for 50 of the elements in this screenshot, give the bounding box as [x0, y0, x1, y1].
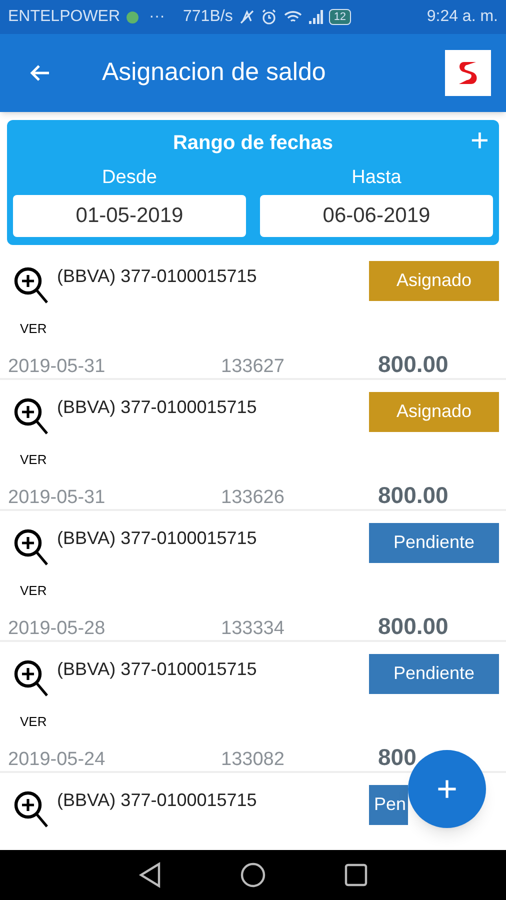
view-label: VER: [20, 450, 47, 468]
status-button[interactable]: Asignado: [369, 260, 499, 300]
reference-number: 133334: [221, 616, 286, 640]
date-text: 2019-05-28: [8, 616, 106, 640]
status-button[interactable]: Pen: [369, 784, 408, 824]
back-icon[interactable]: [138, 862, 162, 888]
status-button[interactable]: Pendiente: [369, 654, 499, 694]
amount-text: 800.00: [378, 480, 448, 510]
account-number: (BBVA) 377-0100015715: [57, 264, 257, 288]
home-icon[interactable]: [240, 862, 266, 888]
to-date-field[interactable]: 06-06-2019: [260, 194, 493, 236]
zoom-in-icon[interactable]: [12, 526, 50, 566]
view-label: VER: [20, 320, 47, 338]
more-notifications: ···: [149, 7, 165, 27]
account-number: (BBVA) 377-0100015715: [57, 526, 257, 550]
to-label: Hasta: [352, 166, 402, 190]
zoom-in-icon[interactable]: [12, 788, 50, 828]
from-date-field[interactable]: 01-05-2019: [13, 194, 246, 236]
status-button[interactable]: Asignado: [369, 392, 499, 432]
zoom-in-icon[interactable]: [12, 658, 50, 698]
zoom-in-icon[interactable]: [12, 396, 50, 436]
clock: 9:24 a. m.: [426, 7, 498, 27]
view-label: VER: [20, 582, 47, 600]
globe-icon: [126, 10, 140, 24]
zoom-in-icon[interactable]: [12, 264, 50, 304]
mute-icon: [238, 9, 255, 25]
account-number: (BBVA) 377-0100015715: [57, 396, 257, 419]
view-label: VER: [20, 712, 47, 730]
from-label: Desde: [102, 166, 157, 190]
bank-logo: [445, 50, 491, 96]
amount-text: 800.00: [378, 612, 448, 640]
amount-text: 800.00: [378, 350, 448, 378]
account-number: (BBVA) 377-0100015715: [57, 658, 257, 681]
alarm-icon: [260, 9, 277, 25]
battery-level: 12: [328, 9, 352, 25]
network-speed: 771B/s: [183, 7, 233, 27]
date-text: 2019-05-31: [8, 486, 106, 510]
reference-number: 133626: [221, 486, 286, 510]
signal-icon: [308, 9, 323, 25]
date-text: 2019-05-24: [8, 748, 106, 772]
reference-number: 133082: [221, 748, 286, 772]
status-button[interactable]: Pendiente: [369, 522, 499, 562]
account-number: (BBVA) 377-0100015715: [57, 788, 257, 812]
add-range-button[interactable]: +: [470, 124, 489, 156]
recents-icon[interactable]: [344, 863, 368, 887]
card-title: Rango de fechas: [172, 131, 334, 156]
reference-number: 133627: [221, 354, 286, 378]
date-text: 2019-05-31: [8, 354, 106, 378]
screen-title: Asignacion de saldo: [102, 57, 326, 88]
carrier-name: ENTELPOWER: [8, 7, 120, 27]
